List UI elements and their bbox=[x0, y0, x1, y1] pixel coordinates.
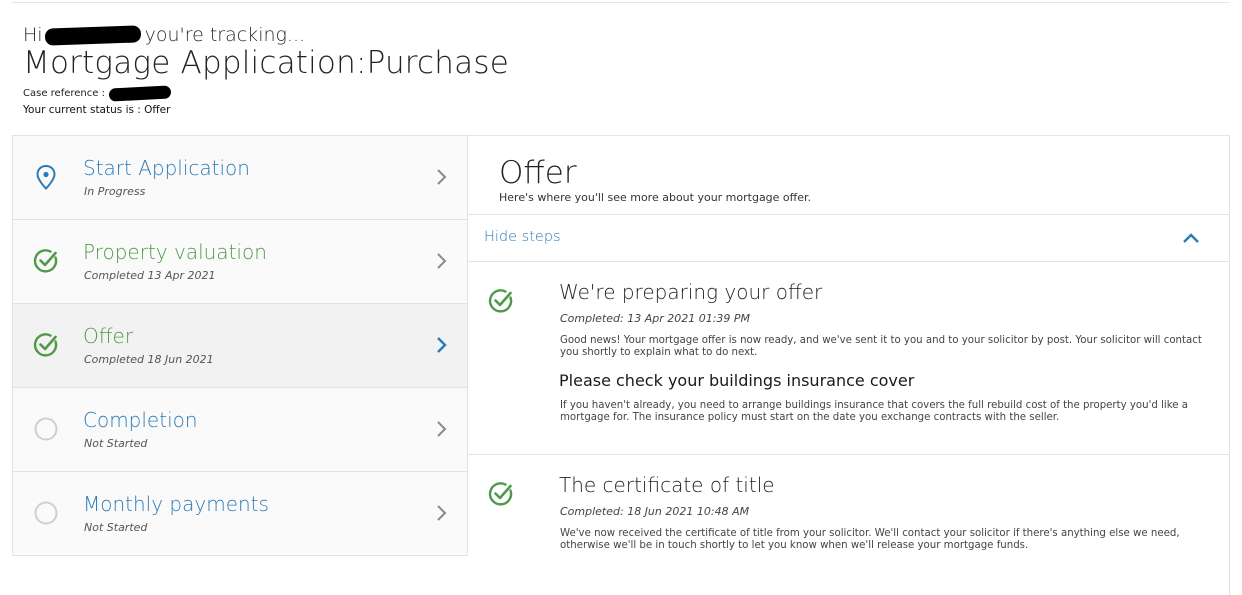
check-circle-icon bbox=[488, 482, 513, 506]
offer-detail-panel: Offer Here's where you'll see more about… bbox=[468, 135, 1230, 595]
greeting-end: you're tracking... bbox=[144, 24, 306, 46]
timeline-item: We're preparing your offer Completed: 13… bbox=[468, 262, 1230, 454]
step-status: Not Started bbox=[84, 521, 148, 534]
page-header: Hi you're tracking... Mortgage Applicati… bbox=[23, 22, 509, 116]
redacted-case-reference bbox=[108, 84, 172, 102]
greeting-start: Hi bbox=[23, 24, 43, 46]
step-property-valuation[interactable]: Property valuation Completed 13 Apr 2021 bbox=[13, 219, 467, 303]
timeline-item: The certificate of title Completed: 18 J… bbox=[468, 455, 1230, 595]
section-title: Offer bbox=[499, 155, 577, 191]
step-label: Property valuation bbox=[83, 240, 267, 264]
chevron-up-icon bbox=[1183, 233, 1199, 243]
steps-nav: Start Application In Progress Property v… bbox=[12, 135, 468, 556]
step-label: Monthly payments bbox=[83, 492, 269, 516]
location-pin-icon bbox=[36, 164, 56, 190]
empty-circle-icon bbox=[34, 417, 58, 441]
item-text: We've now received the certificate of ti… bbox=[560, 528, 1180, 551]
redacted-name bbox=[44, 24, 141, 46]
step-status: Completed 13 Apr 2021 bbox=[84, 269, 216, 282]
item-subtext: If you haven't already, you need to arra… bbox=[560, 400, 1189, 423]
item-title: The certificate of title bbox=[559, 473, 775, 497]
step-monthly-payments[interactable]: Monthly payments Not Started bbox=[13, 471, 467, 555]
step-label: Start Application bbox=[83, 156, 250, 180]
hide-steps-label: Hide steps bbox=[484, 229, 561, 245]
chevron-right-icon bbox=[437, 505, 447, 521]
step-label: Completion bbox=[83, 408, 198, 432]
item-title: We're preparing your offer bbox=[559, 280, 823, 304]
item-subheading: Please check your buildings insurance co… bbox=[559, 371, 915, 390]
page-title: Mortgage Application:Purchase bbox=[23, 45, 509, 81]
item-text: Good news! Your mortgage offer is now re… bbox=[560, 335, 1202, 358]
check-circle-icon bbox=[33, 333, 58, 357]
item-date: Completed: 18 Jun 2021 10:48 AM bbox=[560, 505, 750, 518]
case-reference-label: Case reference : bbox=[23, 87, 105, 99]
item-date: Completed: 13 Apr 2021 01:39 PM bbox=[560, 312, 751, 325]
chevron-right-icon bbox=[437, 421, 447, 437]
check-circle-icon bbox=[33, 249, 58, 273]
empty-circle-icon bbox=[34, 501, 58, 525]
step-status: In Progress bbox=[84, 185, 146, 198]
hide-steps-toggle[interactable]: Hide steps bbox=[468, 214, 1230, 262]
step-status: Completed 18 Jun 2021 bbox=[84, 353, 214, 366]
step-offer[interactable]: Offer Completed 18 Jun 2021 bbox=[13, 303, 467, 387]
chevron-right-icon bbox=[437, 337, 447, 353]
chevron-right-icon bbox=[437, 169, 447, 185]
check-circle-icon bbox=[488, 289, 513, 313]
step-label: Offer bbox=[83, 324, 134, 348]
case-reference: Case reference : bbox=[23, 84, 509, 102]
section-subtitle: Here's where you'll see more about your … bbox=[499, 191, 812, 204]
step-completion[interactable]: Completion Not Started bbox=[13, 387, 467, 471]
current-status: Your current status is : Offer bbox=[23, 104, 171, 116]
top-divider bbox=[12, 2, 1230, 3]
chevron-right-icon bbox=[437, 253, 447, 269]
step-status: Not Started bbox=[84, 437, 148, 450]
step-start-application[interactable]: Start Application In Progress bbox=[13, 135, 467, 219]
